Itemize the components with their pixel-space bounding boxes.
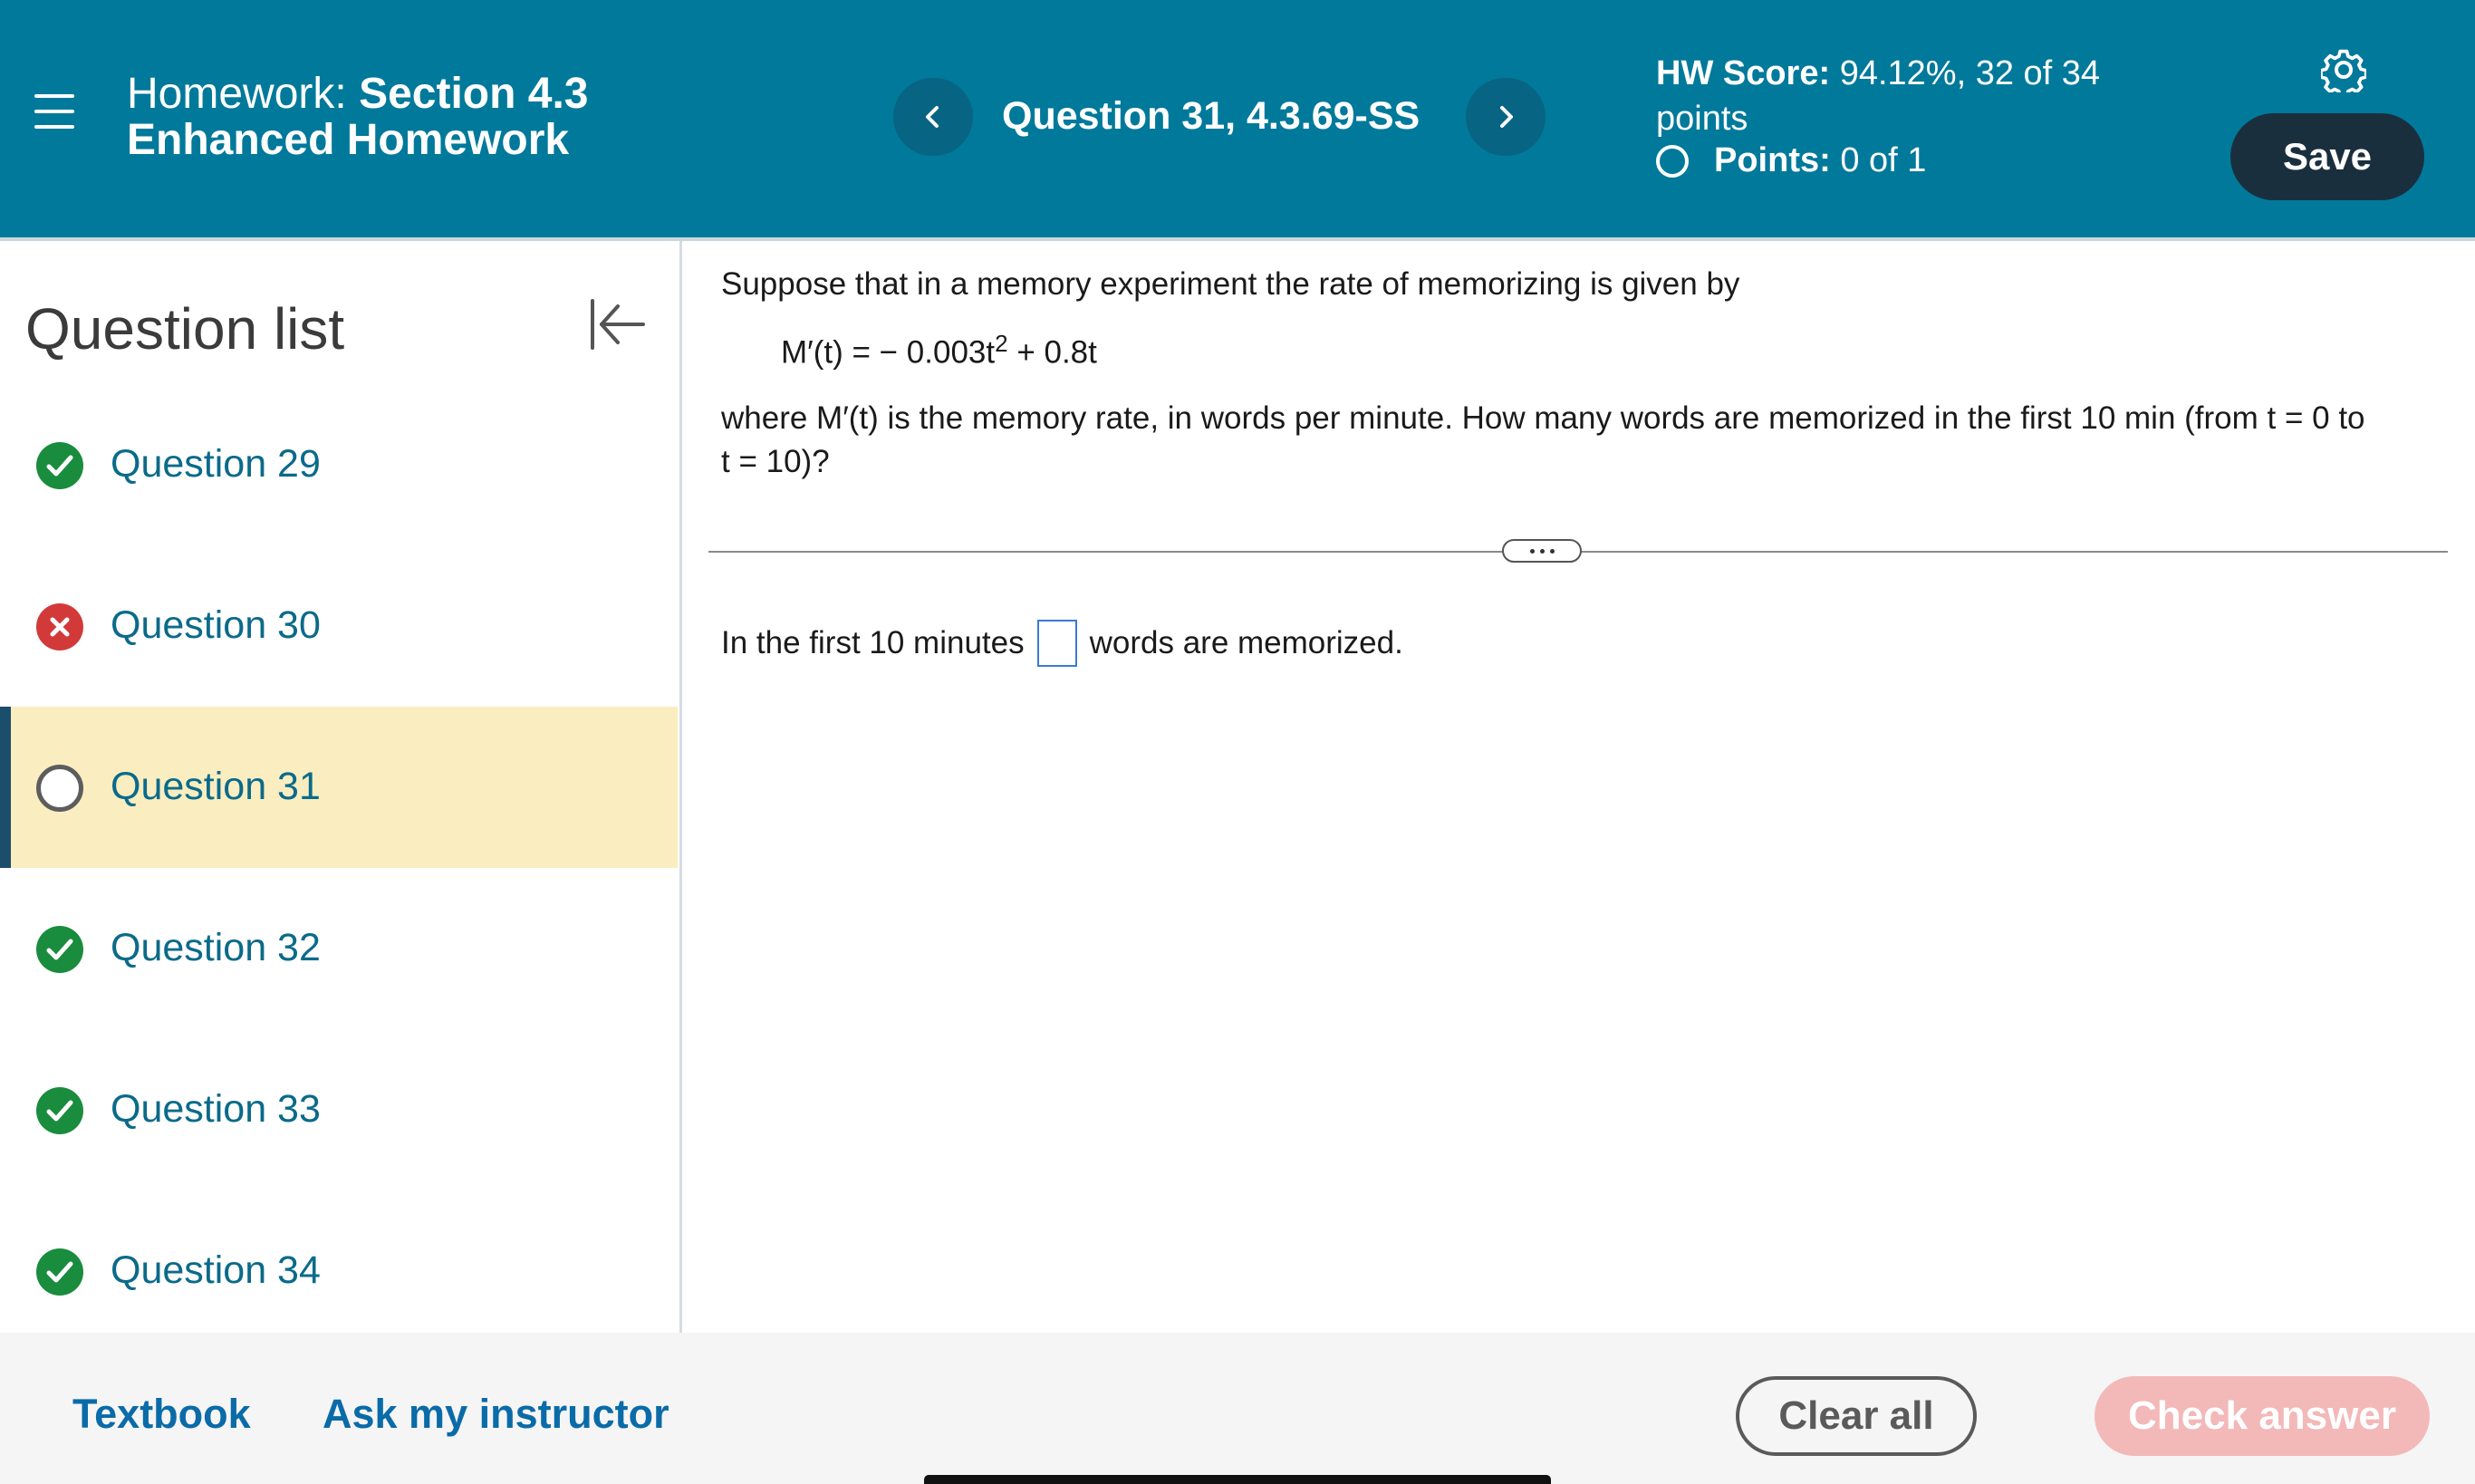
correct-check-icon	[36, 926, 83, 973]
menu-icon[interactable]	[34, 94, 74, 129]
question-intro: Suppose that in a memory experiment the …	[721, 266, 1740, 302]
next-question-button[interactable]	[1466, 78, 1546, 156]
formula-lhs: M′(t) = − 0.003t	[781, 334, 996, 371]
answer-prefix: In the first 10 minutes	[721, 625, 1025, 660]
homework-title: Homework: Section 4.3 Enhanced Homework	[127, 71, 589, 163]
points-label: Points:	[1714, 141, 1831, 179]
question-list-label: Question 33	[111, 1087, 321, 1131]
question-formula: M′(t) = − 0.003t2 + 0.8t	[781, 330, 1097, 371]
sidebar-divider	[679, 241, 682, 1333]
collapse-panel-icon[interactable]	[587, 294, 649, 355]
hw-score: HW Score: 94.12%, 32 of 34 points	[1656, 51, 2163, 141]
homework-section: Section 4.3	[359, 70, 589, 118]
chevron-right-icon	[1500, 106, 1513, 128]
unanswered-circle-icon	[1656, 144, 1689, 178]
gear-icon[interactable]	[2321, 47, 2366, 92]
correct-check-icon	[36, 1087, 83, 1134]
question-points: Points: 0 of 1	[1656, 141, 1926, 180]
question-list-title: Question list	[25, 296, 345, 361]
home-indicator	[924, 1475, 1551, 1484]
hw-score-value: 94.12%, 32 of 34	[1839, 54, 2101, 92]
expand-more-button[interactable]	[1502, 539, 1582, 563]
question-list-item-31[interactable]: Question 31	[0, 707, 678, 868]
homework-name: Enhanced Homework	[127, 116, 570, 164]
question-list-label: Question 32	[111, 926, 321, 969]
question-list-item-32[interactable]: Question 32	[0, 868, 678, 1029]
chevron-left-icon	[926, 106, 939, 128]
formula-exponent: 2	[995, 330, 1008, 357]
previous-question-button[interactable]	[893, 78, 973, 156]
question-body-line2: t = 10)?	[721, 444, 830, 479]
question-title: Question 31, 4.3.69-SS	[1002, 94, 1420, 138]
ask-instructor-link[interactable]: Ask my instructor	[323, 1391, 669, 1438]
answer-input[interactable]	[1036, 620, 1077, 667]
question-list-item-34[interactable]: Question 34	[0, 1190, 678, 1352]
correct-check-icon	[36, 442, 83, 489]
question-list-label: Question 31	[111, 765, 321, 808]
correct-check-icon	[36, 1248, 83, 1296]
incorrect-x-icon	[36, 603, 83, 650]
textbook-link[interactable]: Textbook	[72, 1391, 251, 1438]
points-value: 0 of 1	[1840, 141, 1927, 179]
answer-suffix: words are memorized.	[1089, 625, 1403, 660]
question-body-line1: where M′(t) is the memory rate, in words…	[721, 400, 2365, 436]
formula-rhs: + 0.8t	[1007, 334, 1097, 371]
bottom-toolbar: Textbook Ask my instructor Clear all Che…	[0, 1333, 2475, 1484]
question-list-item-33[interactable]: Question 33	[0, 1029, 678, 1190]
question-list-label: Question 34	[111, 1248, 321, 1292]
unanswered-circle-icon	[36, 765, 83, 812]
question-body: where M′(t) is the memory rate, in words…	[721, 397, 2442, 484]
top-header: Homework: Section 4.3 Enhanced Homework …	[0, 0, 2475, 237]
hw-score-label: HW Score:	[1656, 54, 1831, 92]
clear-all-button[interactable]: Clear all	[1736, 1376, 1977, 1456]
homework-prefix: Homework:	[127, 70, 347, 118]
question-list-panel: Question list Question 29 Question 30 Qu…	[0, 241, 679, 1333]
question-list-label: Question 30	[111, 603, 321, 647]
question-list-item-30[interactable]: Question 30	[0, 545, 678, 707]
question-list-label: Question 29	[111, 442, 321, 486]
hw-score-suffix: points	[1656, 100, 1748, 138]
check-answer-button[interactable]: Check answer	[2095, 1376, 2430, 1456]
answer-sentence: In the first 10 minutes words are memori…	[721, 620, 1403, 667]
save-button[interactable]: Save	[2230, 113, 2424, 200]
question-list-item-29[interactable]: Question 29	[0, 384, 678, 545]
